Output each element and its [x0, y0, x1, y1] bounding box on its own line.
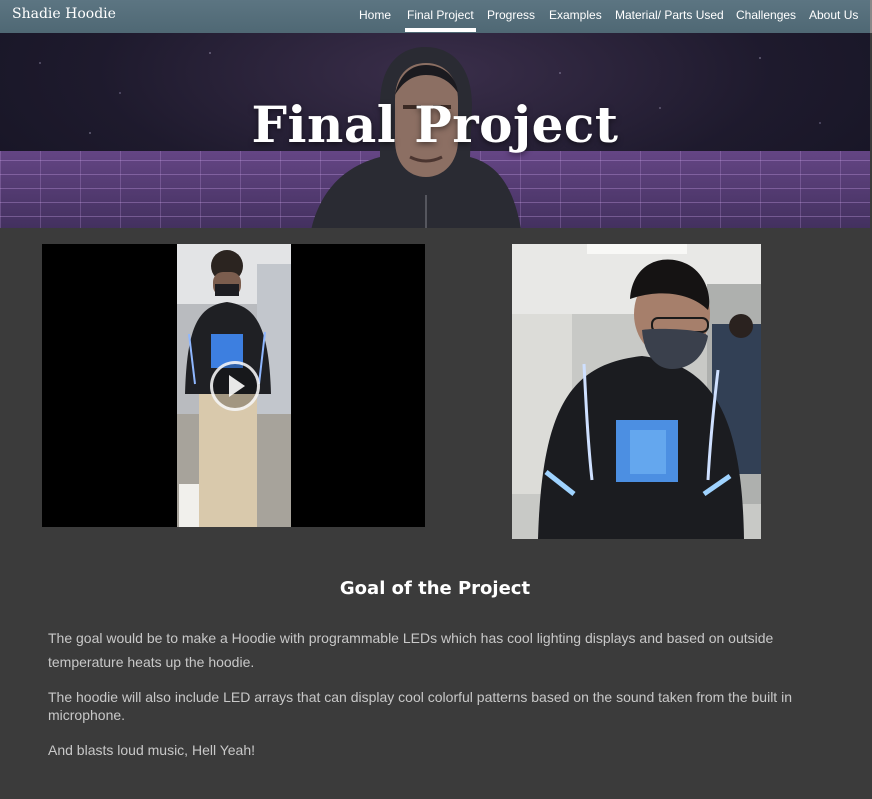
nav-item-progress[interactable]: Progress	[487, 8, 535, 22]
top-navbar: Shadie Hoodie Home Final Project Progres…	[0, 0, 872, 33]
hero-banner: Final Project	[0, 33, 870, 228]
hoodie-photo	[512, 244, 761, 539]
page-title: Final Project	[251, 95, 619, 154]
paragraph-music: And blasts loud music, Hell Yeah!	[48, 742, 256, 758]
play-icon[interactable]	[210, 361, 260, 411]
nav-item-material-parts[interactable]: Material/ Parts Used	[615, 8, 724, 22]
nav-item-final-project[interactable]: Final Project	[405, 8, 476, 32]
paragraph-goal: The goal would be to make a Hoodie with …	[48, 630, 774, 670]
site-brand[interactable]: Shadie Hoodie	[12, 6, 116, 22]
section-heading: Goal of the Project	[339, 578, 531, 599]
nav-item-about-us[interactable]: About Us	[809, 8, 858, 22]
nav-item-examples[interactable]: Examples	[549, 8, 602, 22]
led-hoodie-photo	[512, 244, 761, 539]
project-video[interactable]	[42, 244, 425, 527]
nav-item-home[interactable]: Home	[359, 8, 391, 22]
nav-item-challenges[interactable]: Challenges	[736, 8, 796, 22]
paragraph-led-arrays: The hoodie will also include LED arrays …	[48, 689, 792, 723]
